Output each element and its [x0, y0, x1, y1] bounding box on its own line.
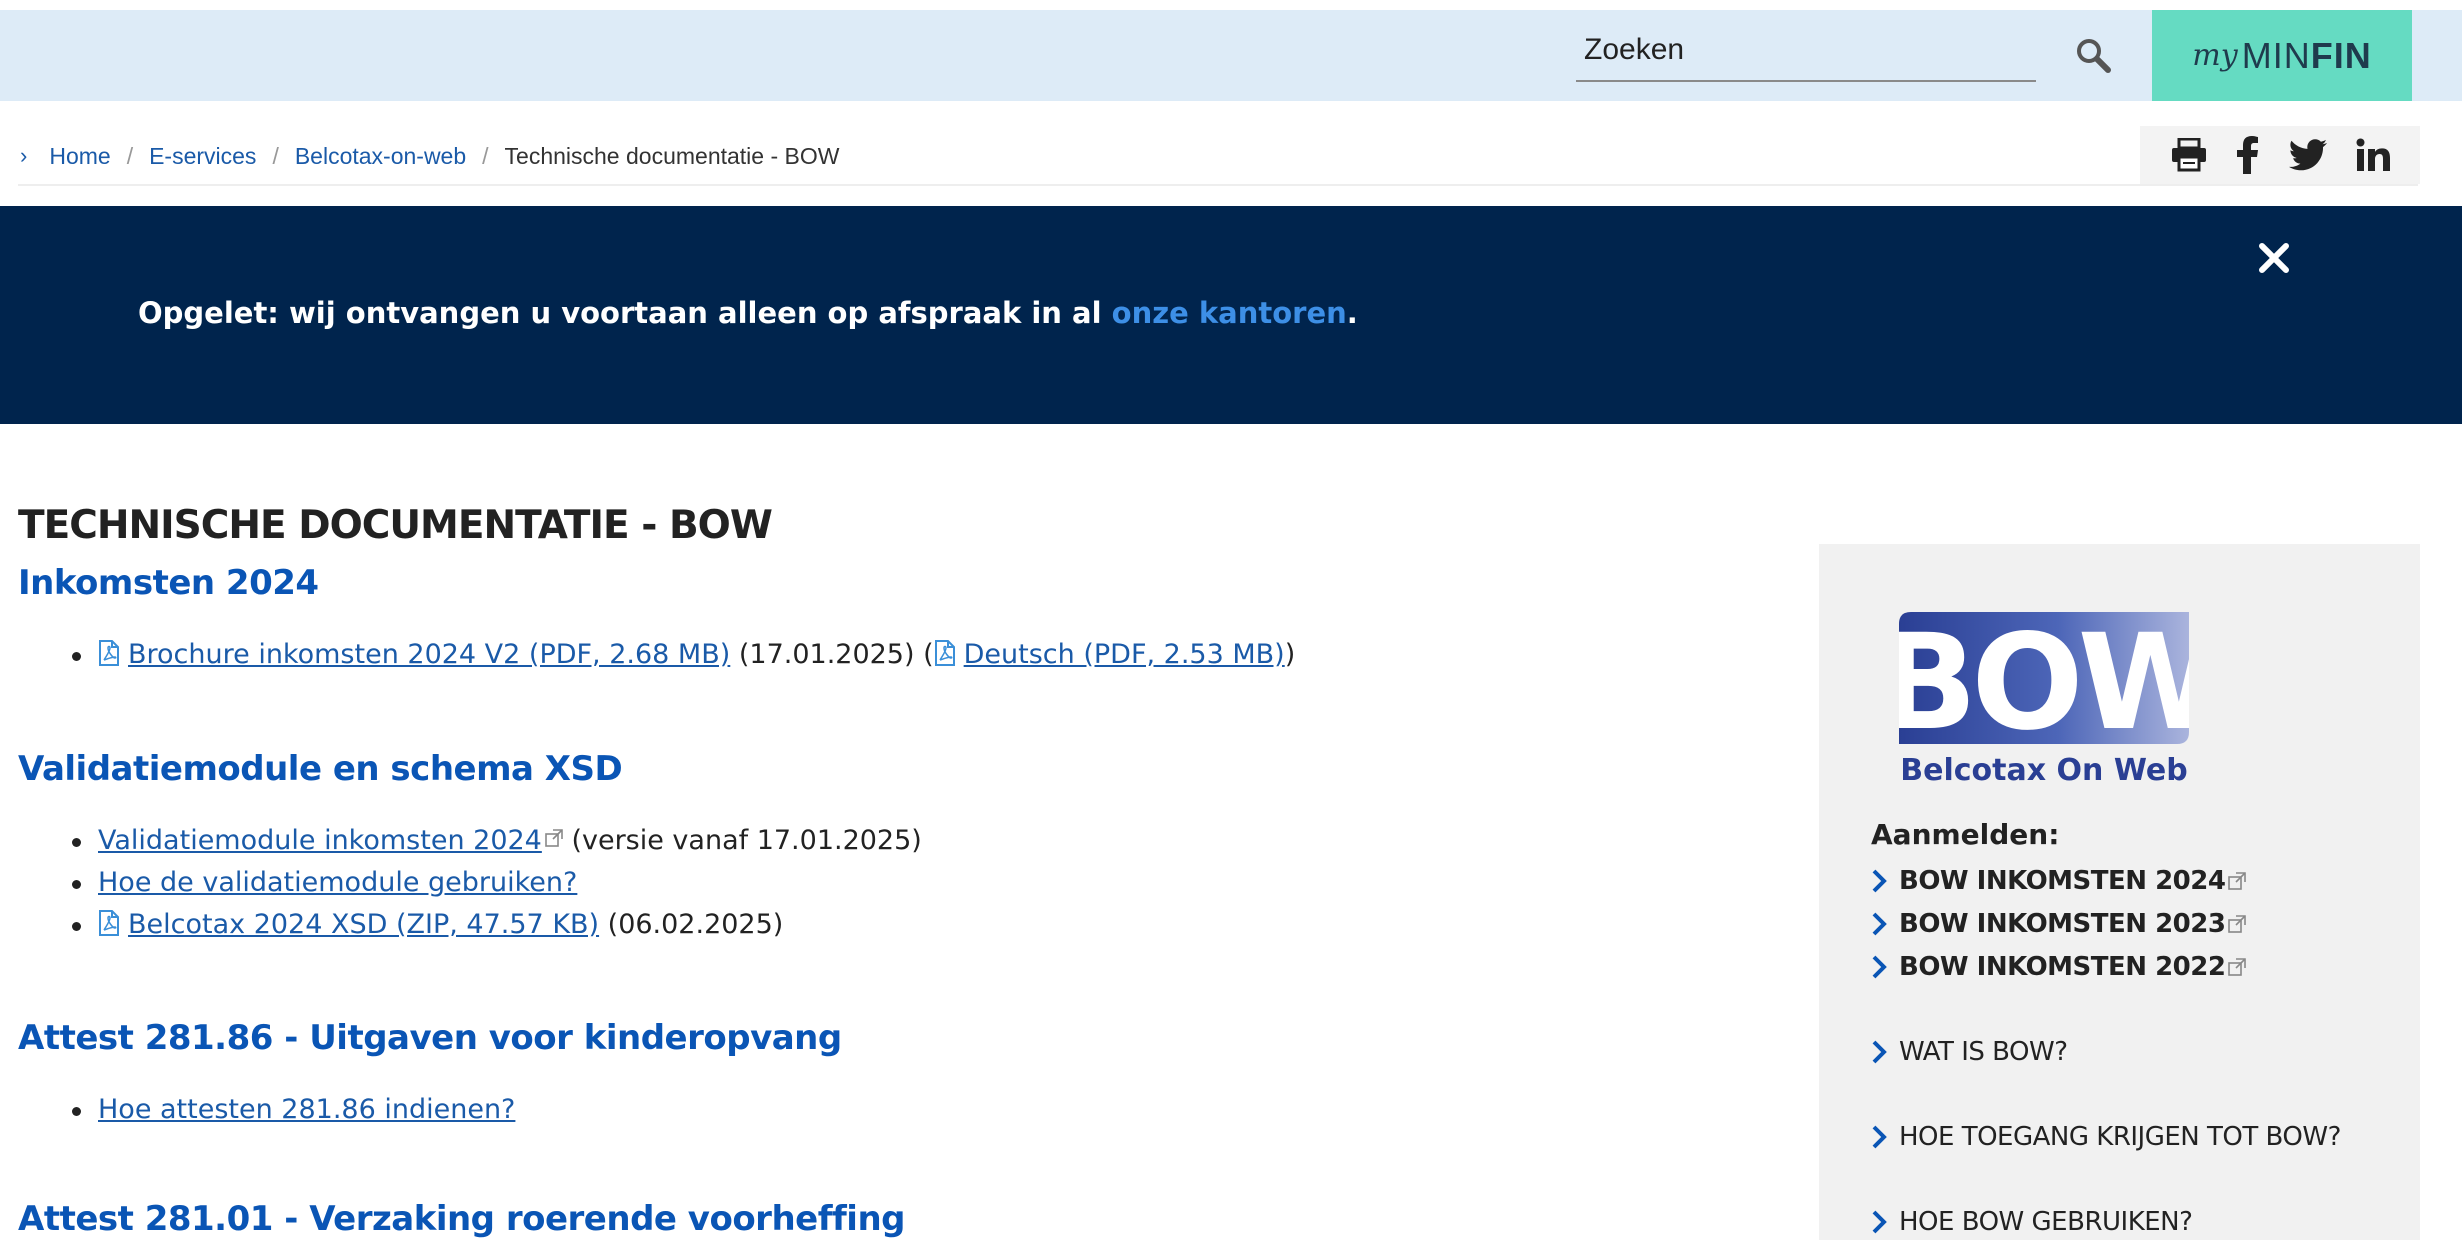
breadcrumb-divider [18, 184, 2418, 186]
validatiemodule-link[interactable]: Validatiemodule inkomsten 2024 [98, 825, 542, 856]
login-link-2024[interactable]: BOW INKOMSTEN 2024 [1871, 866, 2247, 896]
item-suffix: (17.01.2025) ( [730, 639, 934, 670]
chevron-right-icon [1872, 869, 1887, 893]
attest-28186-link[interactable]: Hoe attesten 281.86 indienen? [98, 1094, 515, 1125]
list-item: Brochure inkomsten 2024 V2 (PDF, 2.68 MB… [70, 634, 1295, 676]
sidebar-link-label: WAT IS BOW? [1899, 1037, 2068, 1067]
login-link-2023[interactable]: BOW INKOMSTEN 2023 [1871, 909, 2247, 939]
login-heading: Aanmelden: [1871, 818, 2060, 851]
deutsch-link[interactable]: Deutsch (PDF, 2.53 MB) [964, 639, 1285, 670]
alert-offices-link[interactable]: onze kantoren [1112, 296, 1347, 330]
list-item: Belcotax 2024 XSD (ZIP, 47.57 KB) (06.02… [70, 904, 922, 946]
breadcrumb-separator: / [272, 142, 279, 169]
section-title-validatiemodule: Validatiemodule en schema XSD [18, 749, 623, 789]
print-icon[interactable] [2170, 138, 2208, 172]
linkedin-icon[interactable] [2356, 138, 2391, 172]
breadcrumb-separator: / [126, 142, 134, 169]
search-field [1576, 22, 2036, 82]
breadcrumb-eservices[interactable]: E-services [149, 143, 256, 170]
pdf-icon [99, 640, 119, 666]
section-title-attest-28186: Attest 281.86 - Uitgaven voor kinderopva… [18, 1018, 842, 1058]
item-end: ) [1284, 639, 1296, 670]
sidebar-link-label: HOE TOEGANG KRIJGEN TOT BOW? [1899, 1122, 2341, 1152]
page-title: TECHNISCHE DOCUMENTATIE - BOW [18, 503, 773, 548]
breadcrumb-belcotax[interactable]: Belcotax-on-web [295, 143, 466, 170]
login-link-label: BOW INKOMSTEN 2024 [1899, 866, 2226, 896]
chevron-right-icon [1872, 912, 1887, 936]
alert-end: . [1346, 296, 1358, 330]
external-link-icon [2228, 915, 2247, 933]
chevron-right-icon [1872, 1125, 1887, 1149]
alert-text: Opgelet: wij ontvangen u voortaan alleen… [138, 296, 1112, 330]
sidebar: BOW Belcotax On Web Aanmelden: BOW INKOM… [1819, 544, 2420, 1240]
brand-min: MIN [2241, 34, 2311, 76]
share-toolbar [2140, 126, 2420, 184]
chevron-right-icon [1872, 955, 1887, 979]
list-item: Hoe de validatiemodule gebruiken? [70, 862, 922, 904]
login-link-label: BOW INKOMSTEN 2022 [1899, 952, 2226, 982]
login-link-label: BOW INKOMSTEN 2023 [1899, 909, 2226, 939]
brochure-2024-link[interactable]: Brochure inkomsten 2024 V2 (PDF, 2.68 MB… [128, 639, 730, 670]
close-icon [2259, 243, 2289, 273]
alert-message: Opgelet: wij ontvangen u voortaan alleen… [138, 296, 1358, 330]
inkomsten-list: Brochure inkomsten 2024 V2 (PDF, 2.68 MB… [70, 634, 1295, 676]
bow-logo: BOW Belcotax On Web [1899, 612, 2189, 788]
close-alert-button[interactable] [2256, 240, 2292, 276]
item-suffix: (versie vanaf 17.01.2025) [562, 825, 922, 856]
external-link-icon [2228, 872, 2247, 890]
breadcrumb: › Home / E-services / Belcotax-on-web / … [20, 136, 839, 176]
brand-fin: FIN [2310, 34, 2372, 76]
list-item: Hoe attesten 281.86 indienen? [70, 1089, 515, 1131]
item-suffix: (06.02.2025) [599, 909, 784, 940]
attest-28186-list: Hoe attesten 281.86 indienen? [70, 1089, 515, 1131]
belcotax-xsd-link[interactable]: Belcotax 2024 XSD (ZIP, 47.57 KB) [128, 909, 599, 940]
login-link-2022[interactable]: BOW INKOMSTEN 2022 [1871, 952, 2247, 982]
search-icon [2077, 39, 2111, 73]
brand-my: my [2192, 38, 2238, 73]
sidebar-link-label: HOE BOW GEBRUIKEN? [1899, 1207, 2193, 1237]
validatiemodule-howto-link[interactable]: Hoe de validatiemodule gebruiken? [98, 867, 577, 898]
chevron-right-icon [1872, 1210, 1887, 1234]
section-title-inkomsten: Inkomsten 2024 [18, 563, 319, 603]
facebook-icon[interactable] [2237, 136, 2259, 174]
sidebar-link-wat-is-bow[interactable]: WAT IS BOW? [1871, 1037, 2068, 1067]
myminfin-button[interactable]: my MIN FIN [2152, 10, 2412, 101]
sidebar-link-toegang[interactable]: HOE TOEGANG KRIJGEN TOT BOW? [1871, 1122, 2341, 1152]
breadcrumb-home[interactable]: Home [49, 143, 110, 170]
breadcrumb-separator: / [482, 142, 489, 169]
chevron-right-icon: › [20, 143, 28, 168]
twitter-icon[interactable] [2288, 139, 2327, 171]
pdf-icon [99, 910, 119, 936]
external-link-icon [545, 829, 563, 847]
search-input[interactable] [1576, 22, 2036, 78]
bow-logo-text: BOW [1899, 612, 2189, 760]
sidebar-link-gebruiken[interactable]: HOE BOW GEBRUIKEN? [1871, 1207, 2193, 1237]
pdf-icon [934, 640, 955, 666]
external-link-icon [2228, 958, 2247, 976]
list-item: Validatiemodule inkomsten 2024 (versie v… [70, 820, 922, 862]
search-button[interactable] [2072, 34, 2116, 78]
bow-logo-subtitle: Belcotax On Web [1900, 753, 2187, 788]
validatiemodule-list: Validatiemodule inkomsten 2024 (versie v… [70, 820, 922, 946]
chevron-right-icon [1872, 1040, 1887, 1064]
breadcrumb-current: Technische documentatie - BOW [504, 142, 840, 169]
section-title-attest-28101: Attest 281.01 - Verzaking roerende voorh… [18, 1199, 906, 1239]
